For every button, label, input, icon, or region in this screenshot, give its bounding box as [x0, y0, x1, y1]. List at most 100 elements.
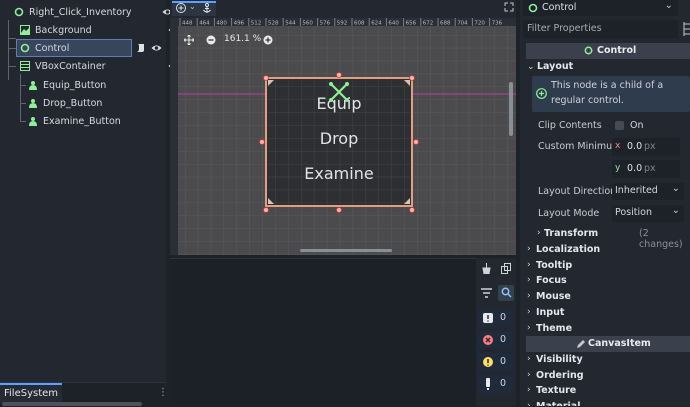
add-icon[interactable]	[176, 3, 186, 16]
tree-item-equip-button[interactable]: Equip_Button	[0, 76, 192, 94]
filter-placeholder: Filter Properties	[527, 23, 602, 34]
vbox-container-icon	[20, 61, 30, 71]
node-selector[interactable]: Control ⌄	[523, 0, 678, 16]
chevron-right-icon[interactable]: ›	[527, 354, 531, 364]
zoom-in-icon[interactable]	[263, 35, 273, 48]
filter-properties-input[interactable]: Filter Properties	[523, 20, 678, 38]
filesystem-dock-bar: FileSystem ⋮	[0, 382, 168, 407]
filter-lines-icon[interactable]	[481, 288, 492, 301]
horizontal-scrollbar[interactable]	[2, 402, 142, 406]
layout-direction-value: Inherited	[615, 185, 658, 196]
vertical-scrollbar[interactable]	[509, 82, 513, 136]
chevron-right-icon[interactable]: ›	[527, 307, 531, 317]
chevron-down-icon[interactable]: ⌄	[527, 62, 535, 72]
warning-count-toggle[interactable]: 0	[478, 353, 514, 371]
ruler-tick-label: 496	[234, 21, 245, 27]
ruler-tick-label: 608	[354, 21, 365, 27]
copy-icon[interactable]	[501, 263, 512, 277]
inspector-section[interactable]: Texture	[536, 385, 576, 396]
inspector-section[interactable]: Material	[536, 401, 580, 406]
tab-filesystem[interactable]: FileSystem	[0, 383, 63, 403]
script-icon[interactable]	[136, 43, 146, 56]
class-header-label: Control	[597, 45, 637, 56]
tree-item-right-click-inventory[interactable]: Right_Click_Inventory	[0, 3, 178, 21]
layout-mode-select[interactable]: Position ⌄	[612, 205, 684, 222]
search-icon	[501, 287, 512, 301]
error-count: 0	[500, 334, 507, 345]
section-transform[interactable]: Transform	[544, 228, 598, 239]
tree-item-vboxcontainer[interactable]: VBoxContainer	[0, 57, 184, 75]
chevron-right-icon[interactable]: ›	[527, 260, 531, 270]
ruler-tick-label: 704	[457, 21, 468, 27]
tree-item-background[interactable]: Background	[0, 21, 184, 39]
ruler-tick-label: 592	[337, 21, 348, 27]
inspector-section[interactable]: Theme	[536, 323, 572, 334]
editor-message-count-toggle[interactable]: 0	[478, 375, 514, 393]
error-icon	[483, 335, 493, 348]
search-toggle[interactable]	[498, 285, 514, 301]
inspector-section[interactable]: Mouse	[536, 291, 571, 302]
output-log-panel[interactable]	[170, 258, 476, 406]
class-header-canvasitem: CanvasItem	[526, 336, 690, 352]
tree-item-examine-button[interactable]: Examine_Button	[0, 112, 192, 130]
chevron-right-icon[interactable]: ›	[527, 291, 531, 301]
ruler-tick-label: 736	[492, 21, 503, 27]
info-text-line-2: regular control.	[551, 95, 624, 106]
canvas-viewport[interactable]: 448 464 480 496 512 528 544 560 576 592 608 624 640 6…	[170, 18, 516, 255]
tree-item-drop-button[interactable]: Drop_Button	[0, 94, 192, 112]
section-layout[interactable]: Layout	[537, 61, 573, 72]
examine-button-preview[interactable]: Examine	[269, 158, 409, 188]
chevron-right-icon[interactable]: ›	[527, 370, 531, 380]
chevron-right-icon[interactable]: ›	[527, 244, 531, 254]
chevron-right-icon[interactable]: ›	[527, 401, 531, 406]
chevron-down-icon[interactable]: ⌄	[189, 2, 196, 11]
y-axis-label: y	[615, 163, 621, 173]
chevron-right-icon[interactable]: ›	[527, 323, 531, 333]
clip-contents-checkbox[interactable]	[615, 121, 624, 130]
button-node-icon	[28, 80, 38, 90]
message-count-toggle[interactable]: 0	[478, 309, 514, 327]
message-icon	[483, 313, 493, 326]
clear-log-icon[interactable]	[481, 263, 492, 277]
zoom-out-icon[interactable]	[206, 35, 216, 48]
viewport-toolbar: ⌄	[170, 0, 516, 18]
info-plus-icon	[536, 88, 547, 102]
visibility-eye-icon[interactable]	[151, 43, 162, 56]
info-box: This node is a child of a regular contro…	[532, 76, 690, 112]
custom-min-x-field[interactable]: x 0.0 px	[612, 138, 680, 156]
ruler-tick-label: 640	[388, 21, 399, 27]
distraction-free-icon[interactable]	[504, 2, 514, 15]
anchor-icon[interactable]	[202, 3, 212, 17]
editor-message-icon	[485, 378, 491, 393]
chevron-right-icon[interactable]: ›	[527, 385, 531, 395]
scene-tree-panel: Right_Click_Inventory Background Control…	[0, 0, 187, 382]
inspector-section[interactable]: Input	[536, 307, 564, 318]
tree-item-control[interactable]: Control	[16, 39, 132, 57]
equip-button-preview[interactable]: Equip	[269, 88, 409, 118]
pan-icon[interactable]	[183, 34, 195, 48]
tree-item-label: Examine_Button	[43, 115, 121, 127]
chevron-right-icon[interactable]: ›	[537, 228, 541, 238]
property-options-icon[interactable]	[682, 22, 690, 39]
layout-direction-select[interactable]: Inherited ⌄	[612, 183, 684, 200]
inspector-section[interactable]: Ordering	[536, 370, 584, 381]
drop-button-preview[interactable]: Drop	[269, 123, 409, 153]
chevron-down-icon: ⌄	[664, 0, 673, 11]
inspector-section[interactable]: Visibility	[536, 354, 583, 365]
custom-min-x-value: 0.0	[627, 141, 643, 152]
control-node-icon	[20, 43, 30, 53]
error-count-toggle[interactable]: 0	[478, 331, 514, 349]
tree-line	[8, 48, 16, 49]
viewport-tab[interactable]: ⌄	[172, 1, 216, 16]
custom-min-y-field[interactable]: y 0.0 px	[612, 160, 680, 178]
zoom-level-label[interactable]: 161.1 %	[224, 34, 261, 44]
inspector-section[interactable]: Focus	[536, 275, 567, 286]
dock-menu-icon[interactable]: ⋮	[158, 387, 168, 398]
inspector-section[interactable]: Localization	[536, 244, 600, 255]
horizontal-scrollbar[interactable]	[300, 249, 392, 252]
tree-item-label: Drop_Button	[43, 97, 103, 109]
chevron-right-icon[interactable]: ›	[527, 275, 531, 285]
control-node-icon	[584, 46, 593, 58]
layout-direction-label: Layout Direction	[538, 186, 617, 197]
inspector-section[interactable]: Tooltip	[536, 260, 572, 271]
